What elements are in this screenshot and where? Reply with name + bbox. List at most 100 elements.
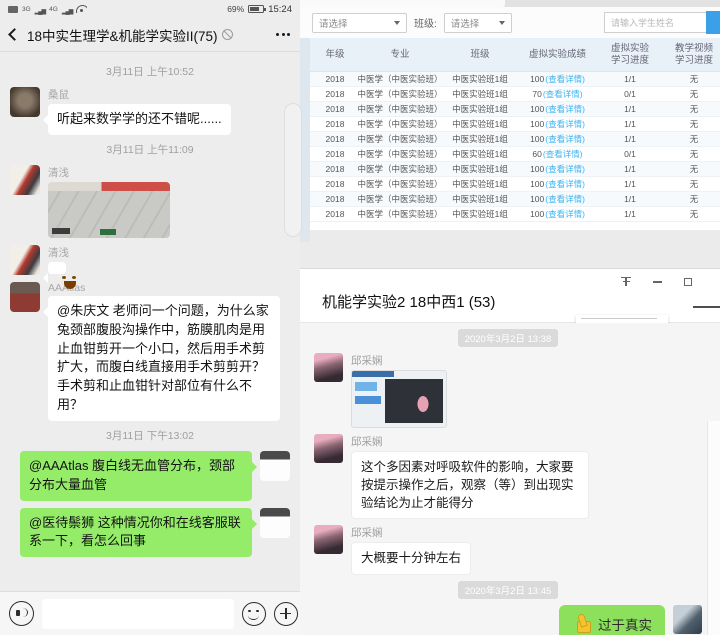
message-bubble <box>48 262 66 274</box>
view-details-link[interactable]: (查看详情) <box>545 208 585 220</box>
class-filter-label: 班级: <box>414 15 437 30</box>
avatar[interactable] <box>314 353 343 382</box>
message-bubble: 听起来数学学的还不错呢...... <box>48 104 231 135</box>
cell-class: 中医实验班1组 <box>440 148 520 160</box>
maximize-icon[interactable] <box>684 278 692 286</box>
cell-class: 中医实验班1组 <box>440 133 520 145</box>
message-bubble: @朱庆文 老师问一个问题，为什么家兔颈部腹股沟操作中，筋膜肌肉是用止血钳剪开一个… <box>48 296 280 421</box>
window-controls <box>621 277 692 287</box>
cell-video: 无 <box>665 133 720 145</box>
cell-class: 中医实验班1组 <box>440 88 520 100</box>
browser-strip <box>505 0 720 7</box>
avatar[interactable] <box>10 87 40 117</box>
filter-bar: 请选择 班级: 请选择 <box>300 7 720 38</box>
message-bubble: @医待鬃狮 这种情况你和在线客服联系一下，看怎么回事 <box>20 508 252 558</box>
table-row: 2018 中医学（中医实验班） 中医实验班1组 100(查看详情) 1/1 无 <box>310 117 720 132</box>
window-right-strip <box>707 421 720 635</box>
sticker-message: 过于真实 <box>559 605 665 635</box>
signal-bars-icon <box>35 0 45 18</box>
cell-video: 无 <box>665 163 720 175</box>
cell-score: 100(查看详情) <box>520 103 595 115</box>
cell-grade: 2018 <box>310 209 360 219</box>
sender-name: 邱采娴 <box>351 525 383 540</box>
avatar[interactable] <box>260 451 290 481</box>
software-screenshot-attachment[interactable] <box>351 370 447 428</box>
date-separator: 3月11日 上午10:52 <box>10 64 290 79</box>
avatar[interactable] <box>10 282 40 312</box>
view-details-link[interactable]: (查看详情) <box>545 103 585 115</box>
avatar[interactable] <box>673 605 702 634</box>
more-menu-button[interactable] <box>276 29 290 40</box>
scrollbar-thumb[interactable] <box>284 103 302 237</box>
message-input[interactable] <box>42 599 234 629</box>
view-details-link[interactable]: (查看详情) <box>543 88 583 100</box>
view-details-link[interactable]: (查看详情) <box>543 148 583 160</box>
message-body: 清浅 <box>48 245 69 274</box>
cell-progress: 1/1 <box>595 74 665 84</box>
score-value: 100 <box>530 179 544 189</box>
network-4g-label: 4G <box>49 6 58 13</box>
cell-progress: 1/1 <box>595 104 665 114</box>
signal-bars-icon <box>62 0 72 18</box>
avatar[interactable] <box>260 508 290 538</box>
grades-table: 年级 专业 班级 虚拟实验成绩 虚拟实验 学习进度 教学视频 学习进度 2018… <box>310 38 720 230</box>
major-select[interactable]: 请选择 <box>312 13 407 33</box>
cell-video: 无 <box>665 103 720 115</box>
more-attachments-icon[interactable] <box>274 602 298 626</box>
view-details-link[interactable]: (查看详情) <box>545 118 585 130</box>
cell-video: 无 <box>665 73 720 85</box>
avatar[interactable] <box>10 165 40 195</box>
status-bar: 3G 4G 69% 15:24 <box>0 0 300 18</box>
cell-progress: 1/1 <box>595 164 665 174</box>
status-right: 69% 15:24 <box>227 4 292 15</box>
chevron-down-icon <box>499 21 505 25</box>
message-body: 清浅 <box>48 165 170 238</box>
view-details-link[interactable]: (查看详情) <box>545 133 585 145</box>
class-select[interactable]: 请选择 <box>444 13 512 33</box>
cell-score: 100(查看详情) <box>520 133 595 145</box>
table-row: 2018 中医学（中医实验班） 中医实验班1组 100(查看详情) 1/1 无 <box>310 132 720 147</box>
desktop-message-list: 2020年3月2日 13:38 邱采娴 邱采娴 这个多因素对呼吸软件的影响，大家… <box>300 323 720 635</box>
lab-tools-image-attachment[interactable] <box>48 182 170 238</box>
pin-icon[interactable] <box>621 277 631 287</box>
view-details-link[interactable]: (查看详情) <box>545 178 585 190</box>
view-details-link[interactable]: (查看详情) <box>545 73 585 85</box>
cell-class: 中医实验班1组 <box>440 103 520 115</box>
cell-video: 无 <box>665 148 720 160</box>
sender-name: 桑鼠 <box>48 87 69 102</box>
table-row: 2018 中医学（中医实验班） 中医实验班1组 100(查看详情) 1/1 无 <box>310 102 720 117</box>
cell-major: 中医学（中医实验班） <box>360 208 440 220</box>
avatar[interactable] <box>314 525 343 554</box>
score-value: 100 <box>530 134 544 144</box>
cell-major: 中医学（中医实验班） <box>360 148 440 160</box>
student-name-input[interactable] <box>604 12 706 33</box>
message-paragraph: 手术剪和止血钳针对部位有什么不用？ <box>57 377 271 415</box>
minimize-icon[interactable] <box>653 281 662 283</box>
column-header: 专业 <box>360 49 440 61</box>
cell-major: 中医学（中医实验班） <box>360 163 440 175</box>
message-body: @医待鬃狮 这种情况你和在线客服联系一下，看怎么回事 <box>20 508 252 558</box>
window-edge-line <box>693 306 720 308</box>
search-button[interactable] <box>706 11 720 34</box>
view-details-link[interactable]: (查看详情) <box>545 193 585 205</box>
message-body: 邱采娴 这个多因素对呼吸软件的影响，大家要按提示操作之后，观察（等）到出现实验结… <box>351 434 589 519</box>
message-received: 邱采娴 <box>314 353 702 428</box>
sender-name: 清浅 <box>48 165 69 180</box>
cell-progress: 1/1 <box>595 134 665 144</box>
avatar[interactable] <box>314 434 343 463</box>
message-bubble: @AAAtlas 腹白线无血管分布，颈部分布大量血管 <box>20 451 252 501</box>
cell-class: 中医实验班1组 <box>440 118 520 130</box>
score-value: 100 <box>530 74 544 84</box>
view-details-link[interactable]: (查看详情) <box>545 163 585 175</box>
message-sent: @医待鬃狮 这种情况你和在线客服联系一下，看怎么回事 <box>10 508 290 558</box>
sticker-text: 过于真实 <box>598 614 652 634</box>
sender-name: 邱采娴 <box>351 434 383 449</box>
cell-major: 中医学（中医实验班） <box>360 118 440 130</box>
mute-bell-icon <box>222 29 233 40</box>
message-list: 3月11日 上午10:52 桑鼠 听起来数学学的还不错呢...... 3月11日… <box>0 52 300 591</box>
back-chevron-icon[interactable] <box>8 28 21 41</box>
avatar[interactable] <box>10 245 40 275</box>
emoji-picker-icon[interactable] <box>242 602 266 626</box>
sim-icon <box>8 6 18 13</box>
voice-message-icon[interactable] <box>9 601 34 626</box>
